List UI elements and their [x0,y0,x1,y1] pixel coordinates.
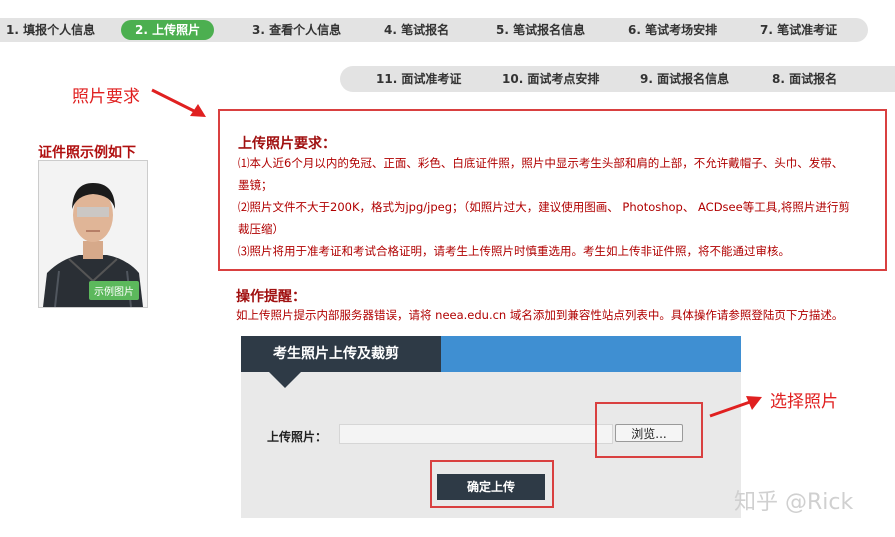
requirement-line-1: ⑴本人近6个月以内的免冠、正面、彩色、白底证件照，照片中显示考生头部和肩的上部，… [238,156,844,170]
step-bar-top: 1. 填报个人信息 2. 上传照片 3. 查看个人信息 4. 笔试报名 5. 笔… [0,18,868,42]
step-9-interview-registration-info[interactable]: 9. 面试报名信息 [640,66,729,92]
requirement-line-2-cont: 裁压缩） [238,222,284,236]
tips-title: 操作提醒： [236,289,306,305]
step-2-upload-photo[interactable]: 2. 上传照片 [121,20,215,40]
annotation-arrow-icon [150,86,208,120]
requirement-line-2: ⑵照片文件不大于200K，格式为jpg/jpeg；（如照片过大，建议使用图画、 … [238,200,850,214]
step-8-interview-registration[interactable]: 8. 面试报名 [772,66,837,92]
tab-pointer-icon [269,372,301,388]
step-3-view-info[interactable]: 3. 查看个人信息 [252,18,341,42]
step-7-written-admission-ticket[interactable]: 7. 笔试准考证 [760,18,837,42]
upload-panel-header: 考生照片上传及裁剪 [241,336,741,372]
watermark: 知乎 @Rick [734,490,854,515]
step-bar-bottom: 11. 面试准考证 10. 面试考点安排 9. 面试报名信息 8. 面试报名 [340,66,895,92]
upload-photo-label: 上传照片： [267,430,328,444]
requirements-title: 上传照片要求： [238,136,336,152]
file-path-input[interactable] [339,424,613,444]
step-11-interview-ticket[interactable]: 11. 面试准考证 [376,66,461,92]
highlight-browse [595,402,703,458]
sample-photo-title: 证件照示例如下 [38,145,136,161]
sample-id-photo: 示例图片 [38,160,148,308]
tab-photo-upload-crop[interactable]: 考生照片上传及裁剪 [241,336,441,372]
annotation-photo-requirements: 照片要求 [72,87,140,107]
photo-requirements-box: 上传照片要求： ⑴本人近6个月以内的免冠、正面、彩色、白底证件照，照片中显示考生… [218,109,887,271]
tips-text: 如上传照片提示内部服务器错误，请将 neea.edu.cn 域名添加到兼容性站点… [236,308,844,322]
sample-badge: 示例图片 [89,281,139,300]
highlight-confirm [430,460,554,508]
step-5-written-registration-info[interactable]: 5. 笔试报名信息 [496,18,585,42]
step-1-fill-info[interactable]: 1. 填报个人信息 [6,18,95,42]
annotation-arrow-icon [706,394,764,420]
step-10-interview-venue[interactable]: 10. 面试考点安排 [502,66,599,92]
requirement-line-3: ⑶照片将用于准考证和考试合格证明，请考生上传照片时慎重选用。考生如上传非证件照，… [238,244,790,258]
step-4-written-registration[interactable]: 4. 笔试报名 [384,18,449,42]
requirement-line-1-cont: 墨镜； [238,178,273,192]
annotation-select-photo: 选择照片 [770,392,838,412]
step-6-written-exam-room[interactable]: 6. 笔试考场安排 [628,18,717,42]
